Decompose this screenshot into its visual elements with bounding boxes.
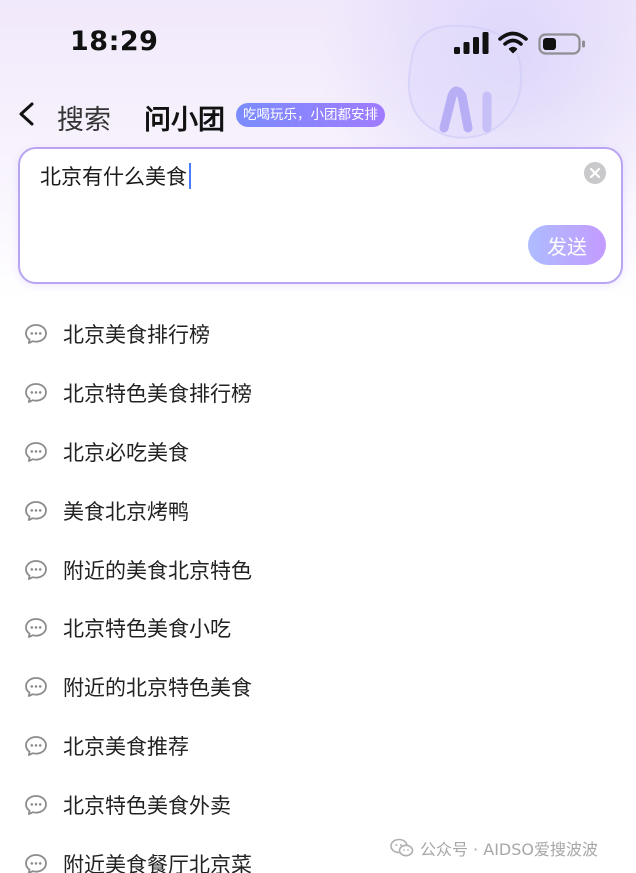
search-page: 18:29 搜索 问小团 吃喝玩乐，小团都安排 北京有什么美食 发送 北京美食排… [0,0,636,873]
suggestion-item[interactable]: 北京特色美食外卖 [0,775,636,834]
chat-bubble-icon [25,500,47,521]
suggestion-label: 美食北京烤鸭 [63,499,189,524]
text-caret [189,163,191,189]
status-bar: 18:29 [0,0,636,88]
suggestion-label: 北京美食排行榜 [63,323,210,348]
chat-bubble-icon [25,677,47,698]
chat-bubble-icon [25,618,47,639]
suggestion-item[interactable]: 北京必吃美食 [0,423,636,482]
suggestion-label: 附近的美食北京特色 [63,558,252,583]
send-button[interactable]: 发送 [528,225,606,265]
chat-bubble-icon [25,442,47,462]
suggestion-label: 北京美食推荐 [63,734,189,759]
suggestion-label: 北京必吃美食 [63,440,189,465]
back-chevron-icon[interactable] [10,94,44,134]
suggestion-item[interactable]: 北京特色美食排行榜 [0,364,636,423]
chat-bubble-icon [25,794,47,815]
clear-x-icon[interactable] [584,162,606,184]
chat-bubble-icon [25,559,47,580]
wifi-icon [498,31,528,54]
suggestion-item[interactable]: 附近的北京特色美食 [0,658,636,717]
brand-slogan-badge: 吃喝玩乐，小团都安排 [236,103,385,127]
watermark: 公众号 · AIDSO爱搜波波 [390,836,598,860]
query-input[interactable]: 北京有什么美食 [40,161,191,191]
header-nav: 搜索 问小团 吃喝玩乐，小团都安排 [0,88,636,142]
suggestion-item[interactable]: 北京美食推荐 [0,717,636,776]
suggestion-item[interactable]: 附近的美食北京特色 [0,540,636,599]
watermark-text: 公众号 · AIDSO爱搜波波 [420,840,598,859]
suggestion-label: 附近美食餐厅北京菜 [63,852,252,873]
moon-icon [149,33,162,50]
suggestion-label: 北京特色美食排行榜 [63,382,252,407]
chat-bubble-icon [25,324,47,345]
tab-search[interactable]: 搜索 [57,98,111,137]
battery-icon [538,33,585,55]
wechat-icon [390,838,414,857]
query-input-card[interactable]: 北京有什么美食 发送 [18,147,623,284]
suggestion-item[interactable]: 北京特色美食小吃 [0,599,636,658]
suggestion-label: 北京特色美食外卖 [63,793,231,818]
chat-bubble-icon [25,736,47,756]
suggestion-label: 北京特色美食小吃 [63,617,231,642]
query-input-value: 北京有什么美食 [40,165,187,189]
suggestion-label: 附近的北京特色美食 [63,676,252,701]
suggestion-item[interactable]: 美食北京烤鸭 [0,481,636,540]
suggestion-list: 北京美食排行榜 北京特色美食排行榜 北京必吃美食 美食北京烤鸭 附近的美食北京特… [0,305,636,873]
chat-bubble-icon [25,383,47,404]
tab-wen-xiao-tuan[interactable]: 问小团 [144,98,225,137]
cellular-signal-icon [454,32,489,54]
suggestion-item[interactable]: 北京美食排行榜 [0,305,636,364]
chat-bubble-icon [25,853,47,873]
